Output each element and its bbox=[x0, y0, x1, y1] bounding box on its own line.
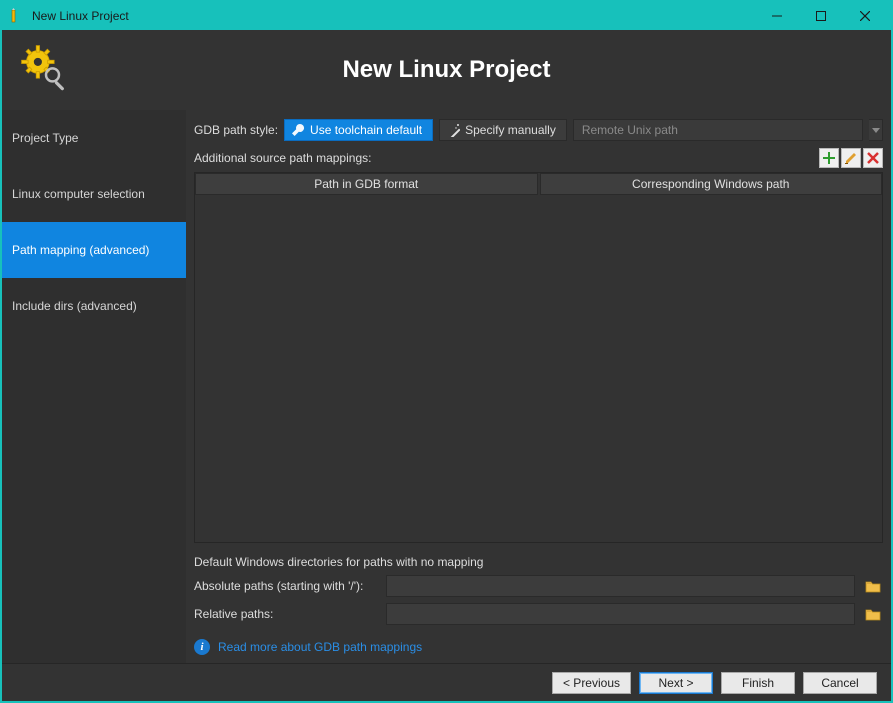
sidebar-item-path-mapping[interactable]: Path mapping (advanced) bbox=[2, 222, 186, 278]
wizard-banner: New Linux Project bbox=[2, 30, 891, 110]
button-label: Use toolchain default bbox=[310, 123, 422, 137]
titlebar: New Linux Project bbox=[2, 2, 891, 30]
mappings-table-header: Path in GDB format Corresponding Windows… bbox=[195, 173, 882, 195]
sidebar-item-label: Project Type bbox=[12, 131, 78, 145]
gdb-path-style-row: GDB path style: Use toolchain default Sp… bbox=[194, 118, 883, 142]
finish-button[interactable]: Finish bbox=[721, 672, 795, 694]
maximize-button[interactable] bbox=[799, 2, 843, 30]
absolute-paths-label: Absolute paths (starting with '/'): bbox=[194, 579, 378, 593]
defaults-heading: Default Windows directories for paths wi… bbox=[194, 555, 883, 569]
gdb-path-style-label: GDB path style: bbox=[194, 123, 278, 137]
absolute-paths-browse-button[interactable] bbox=[863, 576, 883, 596]
wizard-title: New Linux Project bbox=[2, 56, 891, 84]
wizard-main-panel: GDB path style: Use toolchain default Sp… bbox=[186, 110, 891, 663]
wizard-body: Project Type Linux computer selection Pa… bbox=[2, 110, 891, 663]
specify-manually-button[interactable]: Specify manually bbox=[439, 119, 567, 141]
wizard-step-list: Project Type Linux computer selection Pa… bbox=[2, 110, 186, 663]
wand-icon bbox=[446, 123, 460, 137]
sidebar-item-project-type[interactable]: Project Type bbox=[2, 110, 186, 166]
app-icon bbox=[10, 8, 26, 24]
add-mapping-button[interactable] bbox=[819, 148, 839, 168]
info-row: i Read more about GDB path mappings bbox=[194, 639, 883, 655]
wizard-footer: < Previous Next > Finish Cancel bbox=[2, 663, 891, 701]
delete-mapping-button[interactable] bbox=[863, 148, 883, 168]
window-title: New Linux Project bbox=[32, 9, 129, 23]
col-gdb-path[interactable]: Path in GDB format bbox=[195, 173, 538, 195]
edit-mapping-button[interactable] bbox=[841, 148, 861, 168]
absolute-paths-row: Absolute paths (starting with '/'): bbox=[194, 575, 883, 597]
sidebar-item-label: Include dirs (advanced) bbox=[12, 299, 137, 313]
previous-button[interactable]: < Previous bbox=[552, 672, 631, 694]
minimize-button[interactable] bbox=[755, 2, 799, 30]
defaults-section: Default Windows directories for paths wi… bbox=[194, 551, 883, 637]
col-windows-path[interactable]: Corresponding Windows path bbox=[540, 173, 883, 195]
remote-path-placeholder: Remote Unix path bbox=[582, 123, 678, 137]
relative-paths-input[interactable] bbox=[386, 603, 855, 625]
read-more-link[interactable]: Read more about GDB path mappings bbox=[218, 640, 422, 654]
info-icon: i bbox=[194, 639, 210, 655]
sidebar-item-include-dirs[interactable]: Include dirs (advanced) bbox=[2, 278, 186, 334]
remote-path-field: Remote Unix path bbox=[573, 119, 863, 141]
relative-paths-browse-button[interactable] bbox=[863, 604, 883, 624]
dialog-window: New Linux Project bbox=[0, 0, 893, 703]
button-label: Specify manually bbox=[465, 123, 556, 137]
absolute-paths-input[interactable] bbox=[386, 575, 855, 597]
relative-paths-row: Relative paths: bbox=[194, 603, 883, 625]
cancel-button[interactable]: Cancel bbox=[803, 672, 877, 694]
use-toolchain-default-button[interactable]: Use toolchain default bbox=[284, 119, 433, 141]
mappings-table: Path in GDB format Corresponding Windows… bbox=[194, 172, 883, 543]
sidebar-item-label: Path mapping (advanced) bbox=[12, 243, 149, 257]
wrench-icon bbox=[291, 123, 305, 137]
next-button[interactable]: Next > bbox=[639, 672, 713, 694]
mappings-table-body[interactable] bbox=[195, 195, 882, 542]
sidebar-item-label: Linux computer selection bbox=[12, 187, 145, 201]
close-button[interactable] bbox=[843, 2, 887, 30]
relative-paths-label: Relative paths: bbox=[194, 607, 378, 621]
mappings-header-row: Additional source path mappings: bbox=[194, 148, 883, 168]
sidebar-item-linux-selection[interactable]: Linux computer selection bbox=[2, 166, 186, 222]
remote-path-dropdown[interactable] bbox=[869, 119, 883, 141]
additional-mappings-label: Additional source path mappings: bbox=[194, 151, 817, 165]
